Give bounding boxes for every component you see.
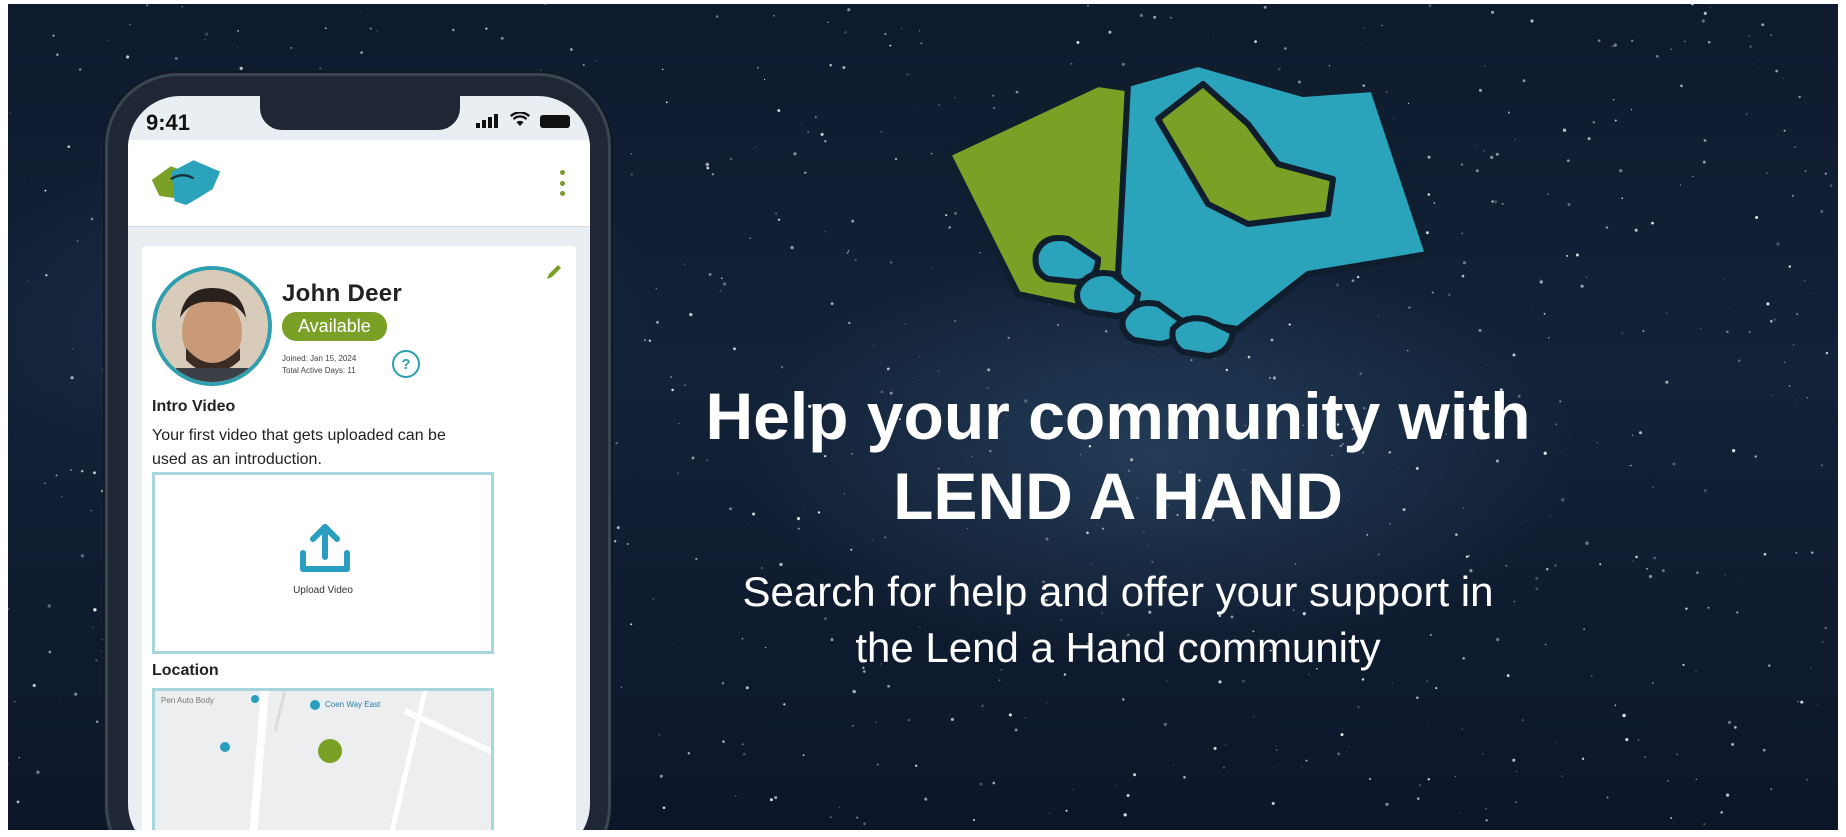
subheadline-line-1: Search for help and offer your support i… bbox=[742, 568, 1494, 615]
map-label-pen-auto-body: Pen Auto Body bbox=[161, 696, 214, 705]
subheadline: Search for help and offer your support i… bbox=[648, 564, 1588, 676]
signal-icon bbox=[476, 114, 500, 128]
status-icons bbox=[476, 111, 570, 128]
status-time: 9:41 bbox=[146, 110, 191, 135]
user-name: John Deer bbox=[282, 280, 403, 307]
question-icon[interactable]: ? bbox=[392, 350, 420, 378]
kebab-menu-icon[interactable] bbox=[560, 170, 566, 196]
subheadline-line-2: the Lend a Hand community bbox=[855, 624, 1381, 671]
location-title: Location bbox=[152, 662, 219, 679]
joined-date: Joined: Jan 15, 2024 bbox=[282, 354, 357, 363]
headline-line-2: LEND A HAND bbox=[893, 459, 1343, 533]
app-logo-handshake-icon[interactable] bbox=[148, 156, 224, 215]
upload-video-dropzone[interactable]: Upload Video bbox=[152, 472, 494, 654]
upload-video-label: Upload Video bbox=[293, 585, 353, 596]
headline: Help your community with LEND A HAND bbox=[648, 376, 1588, 536]
hero-banner: 9:41 John Deer Available Joined: Jan 15,… bbox=[8, 4, 1838, 830]
headline-line-1: Help your community with bbox=[705, 379, 1531, 453]
profile-card: John Deer Available Joined: Jan 15, 2024… bbox=[142, 246, 576, 830]
avatar bbox=[152, 266, 272, 386]
upload-icon bbox=[297, 521, 353, 582]
lend-a-hand-handshake-icon bbox=[945, 61, 1468, 369]
map-label-coen-way: Coen Way East bbox=[325, 700, 381, 709]
app-header bbox=[128, 140, 590, 227]
map-pin-icon bbox=[310, 700, 320, 710]
status-badge: Available bbox=[282, 312, 387, 341]
intro-video-description: Your first video that gets uploaded can … bbox=[152, 427, 446, 468]
location-map[interactable]: Pen Auto Body Coen Way East bbox=[152, 688, 494, 830]
pencil-icon[interactable] bbox=[544, 262, 564, 287]
battery-icon bbox=[540, 115, 570, 128]
intro-video-title: Intro Video bbox=[152, 398, 236, 415]
wifi-icon bbox=[509, 111, 531, 128]
phone-screen: 9:41 John Deer Available Joined: Jan 15,… bbox=[128, 96, 590, 830]
total-active-days: Total Active Days: 11 bbox=[282, 366, 356, 375]
phone-notch bbox=[260, 96, 460, 130]
